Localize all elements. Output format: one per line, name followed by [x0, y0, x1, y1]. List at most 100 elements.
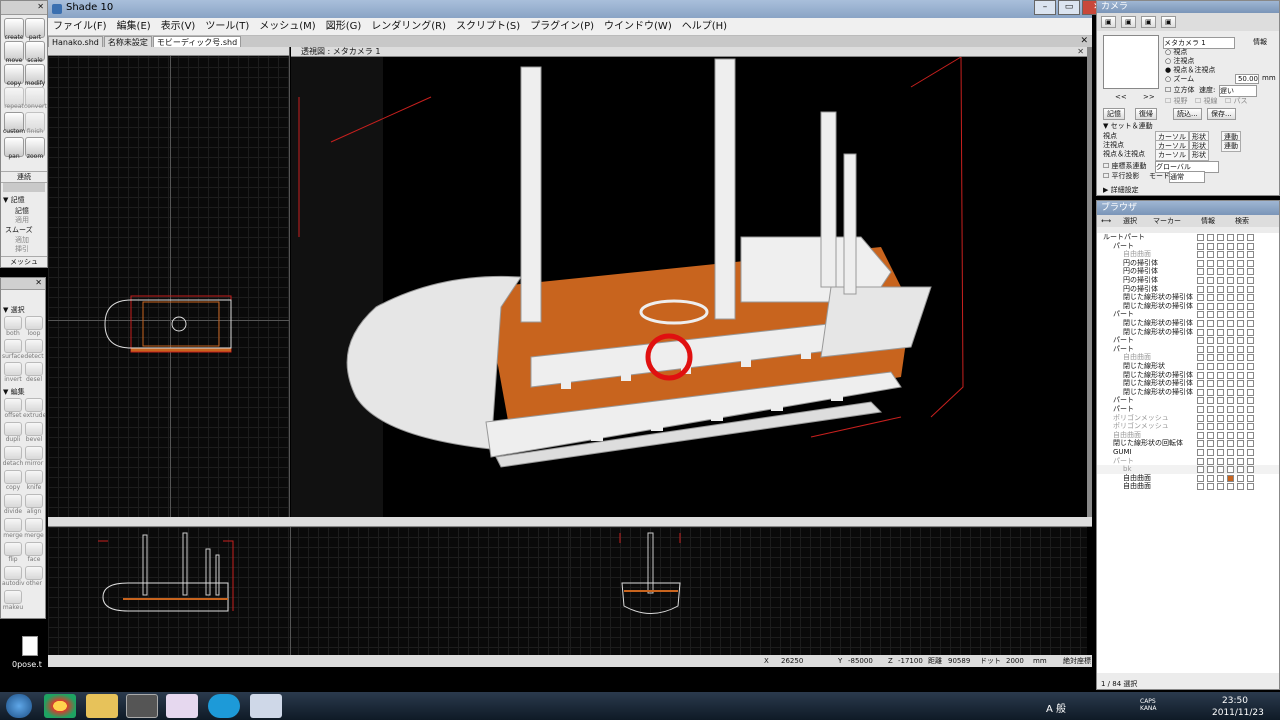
- browser-row-checkbox[interactable]: [1207, 294, 1214, 302]
- mesh-tool-align[interactable]: [25, 494, 43, 508]
- menu-plugin[interactable]: プラグイン(P): [525, 18, 599, 36]
- menu-shape[interactable]: 図形(G): [321, 18, 367, 36]
- browser-row-checkbox[interactable]: [1217, 457, 1224, 465]
- start-button[interactable]: [6, 694, 32, 718]
- browser-row-checkbox[interactable]: [1207, 414, 1214, 422]
- browser-row-checkbox[interactable]: [1217, 328, 1224, 336]
- browser-row-checkbox[interactable]: [1207, 259, 1214, 267]
- menu-script[interactable]: スクリプト(S): [451, 18, 525, 36]
- browser-row-checkbox[interactable]: [1227, 242, 1234, 250]
- mesh-tool-dupli[interactable]: [4, 422, 22, 436]
- smooth-pull[interactable]: 挿引: [15, 244, 29, 254]
- memory-select[interactable]: 記憶: [1103, 108, 1125, 120]
- coord-checkbox[interactable]: ☐ 座標系連動: [1103, 161, 1147, 171]
- browser-row-checkbox[interactable]: [1207, 474, 1214, 482]
- browser-row-checkbox[interactable]: [1207, 457, 1214, 465]
- mesh-tool-flip[interactable]: [4, 542, 22, 556]
- browser-row-checkbox[interactable]: [1237, 406, 1244, 413]
- browser-row-checkbox[interactable]: [1247, 311, 1254, 319]
- browser-row-checkbox[interactable]: [1217, 371, 1224, 379]
- set-row-option[interactable]: 連動: [1221, 140, 1241, 152]
- browser-row[interactable]: パート: [1097, 310, 1279, 319]
- browser-row-checkbox[interactable]: [1217, 234, 1224, 241]
- browser-row-checkbox[interactable]: [1217, 259, 1224, 267]
- browser-row-checkbox[interactable]: [1237, 268, 1244, 276]
- browser-row-checkbox[interactable]: [1217, 277, 1224, 284]
- toolbox-close-icon[interactable]: ✕: [37, 2, 44, 11]
- save-button[interactable]: 保存...: [1207, 108, 1236, 120]
- browser-row[interactable]: 閉じた線形状の掃引体: [1097, 371, 1279, 380]
- browser-row-checkbox[interactable]: [1197, 242, 1204, 250]
- browser-row-checkbox[interactable]: [1237, 337, 1244, 345]
- browser-row-checkbox[interactable]: [1247, 380, 1254, 388]
- browser-row-checkbox[interactable]: [1247, 242, 1254, 250]
- cube-checkbox[interactable]: ☐ 立方体: [1165, 85, 1195, 95]
- browser-row-checkbox[interactable]: [1237, 328, 1244, 336]
- mesh-label[interactable]: メッシュ: [1, 256, 47, 267]
- ime-indicator[interactable]: A 般: [1046, 700, 1066, 715]
- browser-row-checkbox[interactable]: [1197, 466, 1204, 474]
- browser-row-checkbox[interactable]: [1197, 449, 1204, 456]
- browser-row-checkbox[interactable]: [1237, 371, 1244, 379]
- browser-row-checkbox[interactable]: [1227, 474, 1234, 482]
- browser-row-checkbox[interactable]: [1197, 234, 1204, 241]
- browser-row[interactable]: 閉じた線形状: [1097, 362, 1279, 371]
- camera-tool-icon[interactable]: ▣: [1141, 16, 1156, 28]
- browser-row-checkbox[interactable]: [1237, 449, 1244, 456]
- browser-row-checkbox[interactable]: [1227, 406, 1234, 413]
- mesh-tool-makeu[interactable]: [4, 590, 22, 604]
- browser-row-checkbox[interactable]: [1217, 406, 1224, 413]
- browser-row-checkbox[interactable]: [1237, 285, 1244, 293]
- browser-row-checkbox[interactable]: [1207, 449, 1214, 456]
- browser-row[interactable]: 円の掃引体: [1097, 276, 1279, 285]
- browser-row-checkbox[interactable]: [1217, 285, 1224, 293]
- browser-row-checkbox[interactable]: [1237, 345, 1244, 353]
- browser-row-checkbox[interactable]: [1217, 466, 1224, 474]
- mesh-tool-desel[interactable]: [25, 362, 43, 376]
- browser-row-checkbox[interactable]: [1247, 423, 1254, 431]
- browser-row[interactable]: 閉じた線形状の掃引体: [1097, 388, 1279, 397]
- browser-row-checkbox[interactable]: [1197, 431, 1204, 439]
- mesh-tool-divide[interactable]: [4, 494, 22, 508]
- explorer-icon[interactable]: [86, 694, 118, 718]
- browser-row-checkbox[interactable]: [1197, 457, 1204, 465]
- browser-row-checkbox[interactable]: [1197, 380, 1204, 388]
- browser-row[interactable]: 閉じた線形状の掃引体: [1097, 319, 1279, 328]
- browser-row-checkbox[interactable]: [1227, 423, 1234, 431]
- browser-row-checkbox[interactable]: [1217, 414, 1224, 422]
- browser-row-checkbox[interactable]: [1207, 302, 1214, 310]
- mesh-tool-offset[interactable]: [4, 398, 22, 412]
- mesh-tool-surface[interactable]: [4, 339, 22, 353]
- browser-row-checkbox[interactable]: [1247, 320, 1254, 327]
- browser-row-checkbox[interactable]: [1217, 431, 1224, 439]
- browser-row-checkbox[interactable]: [1237, 302, 1244, 310]
- browser-row-checkbox[interactable]: [1227, 457, 1234, 465]
- browser-row-checkbox[interactable]: [1207, 371, 1214, 379]
- image-app-icon[interactable]: [166, 694, 198, 718]
- browser-row-checkbox[interactable]: [1207, 328, 1214, 336]
- view-splitter[interactable]: [48, 517, 1092, 527]
- tab-close-icon[interactable]: ✕: [1080, 36, 1088, 46]
- chrome-icon[interactable]: [44, 694, 76, 718]
- browser-row-checkbox[interactable]: [1197, 268, 1204, 276]
- browser-row-checkbox[interactable]: [1217, 388, 1224, 396]
- browser-row-checkbox[interactable]: [1207, 466, 1214, 474]
- set-header[interactable]: ▼ セット＆連動: [1103, 121, 1153, 131]
- menu-view[interactable]: 表示(V): [156, 18, 201, 36]
- browser-row-checkbox[interactable]: [1207, 354, 1214, 362]
- browser-row[interactable]: 閉じた線形状の掃引体: [1097, 328, 1279, 337]
- nav-prev[interactable]: <<: [1115, 93, 1127, 101]
- paint-icon[interactable]: [250, 694, 282, 718]
- browser-row-checkbox[interactable]: [1197, 414, 1204, 422]
- browser-row-checkbox[interactable]: [1197, 474, 1204, 482]
- browser-row-checkbox[interactable]: [1247, 354, 1254, 362]
- browser-row-checkbox[interactable]: [1217, 449, 1224, 456]
- browser-row-checkbox[interactable]: [1197, 277, 1204, 284]
- load-button[interactable]: 読込...: [1173, 108, 1202, 120]
- browser-row-checkbox[interactable]: [1247, 388, 1254, 396]
- browser-row-checkbox[interactable]: [1207, 483, 1214, 491]
- section-memory[interactable]: ▼ 記憶: [3, 195, 25, 205]
- mesh-tool-invert[interactable]: [4, 362, 22, 376]
- browser-row[interactable]: パート: [1097, 336, 1279, 345]
- restore-select[interactable]: 復帰: [1135, 108, 1157, 120]
